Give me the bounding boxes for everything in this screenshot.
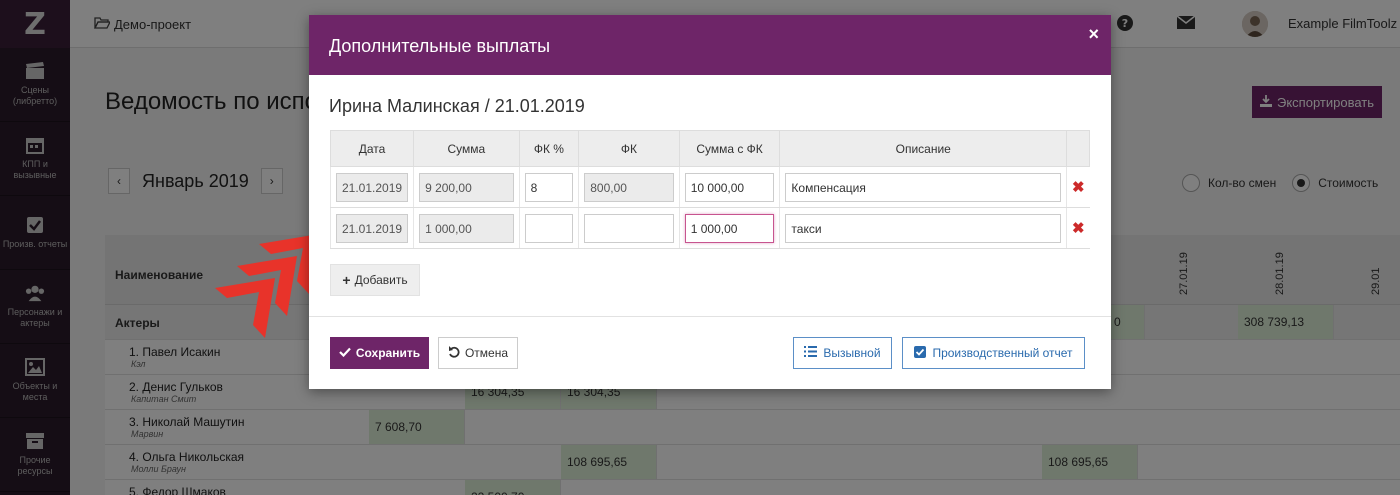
add-row-button[interactable]: + Добавить <box>330 264 420 296</box>
modal-title: Дополнительные выплаты <box>329 36 551 56</box>
column-header: Описание <box>779 130 1068 167</box>
modal-divider <box>309 316 1111 317</box>
close-icon[interactable]: × <box>1088 24 1099 45</box>
column-header: ФК % <box>518 130 580 167</box>
table-row: 21.01.2019 1 000,00 1 000,00 такси ✖ <box>329 207 1090 249</box>
cancel-button[interactable]: Отмена <box>438 337 518 369</box>
save-button[interactable]: Сохранить <box>330 337 429 369</box>
extra-payments-modal: Дополнительные выплаты × Ирина Малинская… <box>309 15 1111 389</box>
add-label: Добавить <box>354 273 408 287</box>
plus-icon: + <box>342 272 351 288</box>
column-header: Сумма <box>413 130 520 167</box>
fk-percent-input[interactable]: 8 <box>524 172 574 202</box>
sum-with-fk-input[interactable]: 10 000,00 <box>684 172 775 202</box>
description-input[interactable]: такси <box>785 213 1062 243</box>
date-field: 21.01.2019 <box>336 172 409 202</box>
fk-input[interactable] <box>584 213 674 243</box>
modal-header: Дополнительные выплаты × <box>309 15 1111 75</box>
cancel-label: Отмена <box>464 346 509 360</box>
production-report-button[interactable]: Производственный отчет <box>902 337 1085 369</box>
callsheet-button[interactable]: Вызывной <box>793 337 892 369</box>
column-header: Сумма с ФК <box>678 130 781 167</box>
modal-subtitle: Ирина Малинская / 21.01.2019 <box>329 96 585 116</box>
column-header-empty <box>1066 130 1090 167</box>
undo-icon <box>448 345 460 361</box>
check-icon <box>339 346 351 360</box>
delete-row-icon[interactable]: ✖ <box>1072 179 1085 196</box>
delete-row-icon[interactable]: ✖ <box>1072 220 1085 237</box>
description-input[interactable]: Компенсация <box>785 172 1062 202</box>
sum-field: 1 000,00 <box>419 213 514 243</box>
date-field: 21.01.2019 <box>336 213 409 243</box>
fk-percent-input[interactable] <box>524 213 574 243</box>
list-icon <box>804 346 818 360</box>
extra-payments-table: Дата Сумма ФК % ФК Сумма с ФК Описание 2… <box>329 130 1090 249</box>
column-header: Дата <box>329 130 415 167</box>
callsheet-label: Вызывной <box>823 346 881 360</box>
checkbox-icon <box>914 345 927 361</box>
fk-field: 800,00 <box>584 172 674 202</box>
column-header: ФК <box>578 130 680 167</box>
sum-with-fk-input[interactable]: 1 000,00 <box>684 213 775 243</box>
save-label: Сохранить <box>355 346 421 360</box>
sum-field: 9 200,00 <box>419 172 514 202</box>
table-row: 21.01.2019 9 200,00 8 800,00 10 000,00 К… <box>329 166 1090 208</box>
production-report-label: Производственный отчет <box>932 346 1073 360</box>
